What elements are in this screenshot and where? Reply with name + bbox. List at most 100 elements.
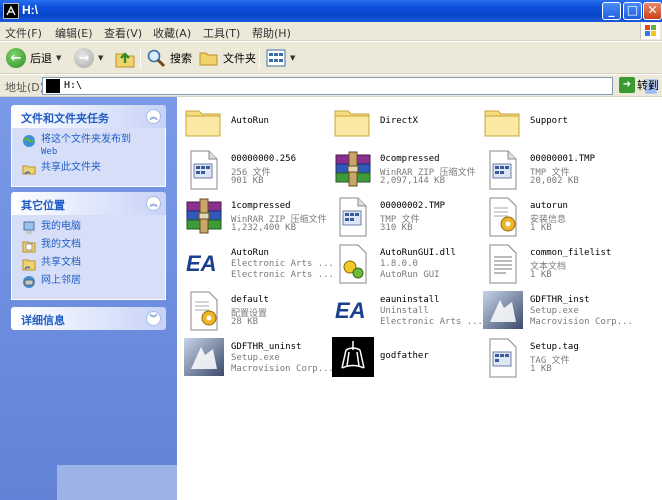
minimize-button[interactable]: _ — [602, 2, 621, 20]
menu-view[interactable]: 查看(V) — [104, 25, 142, 41]
file-item[interactable]: autorun 安装信息 1 KB — [482, 194, 632, 240]
file-item[interactable]: 1compressed WinRAR ZIP 压缩文件 1,232,400 KB — [183, 194, 333, 240]
toolbar-separator — [259, 48, 260, 68]
back-button[interactable]: ← 后退 ▼ — [6, 46, 61, 70]
back-arrow-icon: ← — [6, 48, 26, 68]
forward-button[interactable]: → ▼ — [74, 46, 103, 70]
menu-file[interactable]: 文件(F) — [5, 25, 42, 41]
search-button[interactable]: 搜索 — [146, 46, 192, 70]
file-item[interactable]: GDFTHR_uninst Setup.exe Macrovision Corp..… — [183, 335, 334, 381]
file-detail: 901 KB — [231, 176, 264, 186]
task-pane: 文件和文件夹任务 ︽ 将这个文件夹发布到 Web 共享此文件夹 其它位置 ︽ 我的… — [0, 97, 177, 500]
file-name: common_filelist — [530, 248, 612, 258]
file-item[interactable]: DirectX — [332, 100, 482, 146]
go-arrow-icon: ➜ — [619, 77, 635, 93]
rar-icon — [332, 149, 374, 191]
collapse-icon[interactable]: ︽ — [146, 196, 161, 211]
task-publish-web-sub: Web — [41, 147, 58, 157]
share-folder-icon — [22, 165, 36, 175]
place-shared-documents-label: 共享文档 — [41, 257, 81, 268]
file-detail: Macrovision Corp... — [231, 364, 334, 374]
menu-tools[interactable]: 工具(T) — [203, 25, 240, 41]
file-item[interactable]: AutoRun — [183, 100, 333, 146]
file-item[interactable]: Setup.tag TAG 文件 1 KB — [482, 335, 632, 381]
task-share-folder-label: 共享此文件夹 — [41, 162, 101, 173]
collapse-icon[interactable]: ︽ — [146, 109, 161, 124]
file-item[interactable]: EA eauninstall Uninstall Electronic Arts ..… — [332, 288, 483, 334]
file-detail: 1 KB — [530, 270, 552, 280]
tag-icon — [482, 337, 524, 379]
file-detail: 28 KB — [231, 317, 259, 327]
task-publish-web[interactable]: 将这个文件夹发布到 Web — [22, 134, 157, 158]
rar-icon — [183, 196, 225, 238]
window-app-icon[interactable] — [3, 3, 19, 19]
place-my-computer[interactable]: 我的电脑 — [22, 221, 157, 235]
file-item[interactable]: 00000002.TMP TMP 文件 310 KB — [332, 194, 482, 240]
file-item[interactable]: default 配置设置 28 KB — [183, 288, 333, 334]
other-places-title: 其它位置 — [21, 199, 65, 212]
views-button[interactable]: ▼ — [266, 46, 295, 70]
place-my-computer-label: 我的电脑 — [41, 221, 81, 232]
place-shared-documents[interactable]: 共享文档 — [22, 257, 157, 271]
search-label: 搜索 — [170, 52, 192, 65]
menu-favorites[interactable]: 收藏(A) — [153, 25, 191, 41]
up-folder-button[interactable] — [114, 46, 136, 70]
file-tasks-panel: 文件和文件夹任务 ︽ 将这个文件夹发布到 Web 共享此文件夹 — [11, 105, 166, 187]
forward-dropdown-icon[interactable]: ▼ — [98, 54, 103, 62]
details-header[interactable]: 详细信息 ︾ — [11, 307, 166, 330]
folders-icon — [199, 52, 218, 66]
file-detail: 310 KB — [380, 223, 413, 233]
expand-icon[interactable]: ︾ — [146, 311, 161, 326]
drive-icon — [46, 79, 60, 93]
file-detail: Electronic Arts ... — [231, 270, 334, 280]
file-item[interactable]: godfather — [332, 335, 482, 381]
publish-web-icon — [23, 135, 35, 147]
file-name: 0compressed — [380, 154, 440, 164]
my-computer-icon — [23, 221, 35, 234]
folders-button[interactable]: 文件夹 — [199, 46, 256, 70]
file-item[interactable]: common_filelist 文本文档 1 KB — [482, 241, 632, 287]
ea-icon: EA — [183, 243, 225, 285]
back-dropdown-icon[interactable]: ▼ — [56, 54, 61, 62]
go-button[interactable]: ➜ 转到 — [619, 77, 659, 93]
file-item[interactable]: Support — [482, 100, 632, 146]
menu-help[interactable]: 帮助(H) — [252, 25, 291, 41]
file-name: AutoRunGUI.dll — [380, 248, 456, 258]
file-tasks-header[interactable]: 文件和文件夹任务 ︽ — [11, 105, 166, 128]
close-button[interactable]: ✕ — [643, 2, 662, 20]
task-share-folder[interactable]: 共享此文件夹 — [22, 162, 157, 176]
file-detail: 1,232,400 KB — [231, 223, 297, 233]
views-dropdown-icon[interactable]: ▼ — [290, 54, 295, 62]
file-item[interactable]: 00000000.256 256 文件 901 KB — [183, 147, 333, 193]
svg-text:EA: EA — [335, 298, 366, 323]
tmp-icon — [482, 149, 524, 191]
file-name: GDFTHR_uninst — [231, 342, 302, 352]
file-name: DirectX — [380, 116, 418, 126]
svg-text:EA: EA — [186, 251, 217, 276]
file-detail: Macrovision Corp... — [530, 317, 633, 327]
file-name: Setup.tag — [530, 342, 579, 352]
file-tasks-title: 文件和文件夹任务 — [21, 112, 109, 125]
file-name: Support — [530, 116, 568, 126]
title-bar: H:\ _ □ ✕ — [0, 0, 662, 22]
file-item[interactable]: 00000001.TMP TMP 文件 20,002 KB — [482, 147, 632, 193]
pane-highlight — [57, 465, 177, 500]
menu-edit[interactable]: 编辑(E) — [55, 25, 93, 41]
file-item[interactable]: EA AutoRun Electronic Arts ... Electronic A… — [183, 241, 334, 287]
folders-label: 文件夹 — [223, 52, 256, 65]
other-places-header[interactable]: 其它位置 ︽ — [11, 192, 166, 215]
file-name: 00000002.TMP — [380, 201, 446, 211]
maximize-button[interactable]: □ — [623, 2, 642, 20]
file-item[interactable]: 0compressed WinRAR ZIP 压缩文件 2,097,144 KB — [332, 147, 482, 193]
file-item[interactable]: AutoRunGUI.dll 1.8.0.0 AutoRun GUI — [332, 241, 482, 287]
file-list: AutoRun DirectX Support 00000000.256 256 文件 9… — [177, 97, 662, 500]
address-input[interactable]: H:\ ▼ — [42, 77, 657, 95]
place-my-documents[interactable]: 我的文档 — [22, 239, 157, 253]
place-my-documents-label: 我的文档 — [41, 239, 81, 250]
file-item[interactable]: GDFTHR_inst Setup.exe Macrovision Corp... — [482, 288, 633, 334]
file-name: GDFTHR_inst — [530, 295, 590, 305]
file-detail: Electronic Arts ... — [380, 317, 483, 327]
place-network[interactable]: 网上邻居 — [22, 275, 157, 289]
go-label: 转到 — [637, 79, 659, 92]
file-name: default — [231, 295, 269, 305]
